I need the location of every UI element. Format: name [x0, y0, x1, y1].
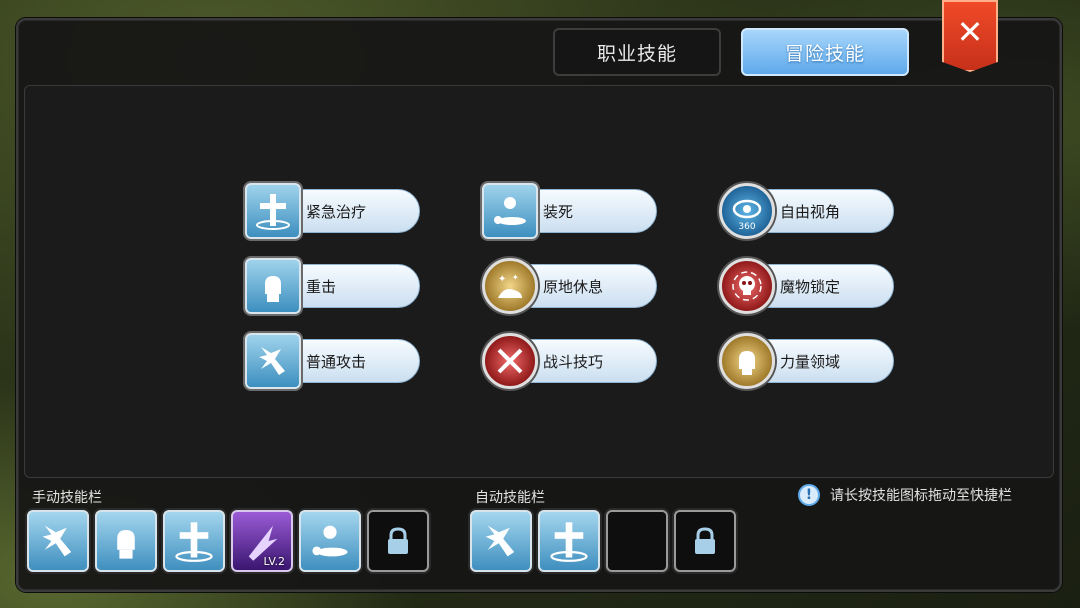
skill-power-field[interactable]: 力量领域 — [719, 333, 894, 389]
skill-label: 普通攻击 — [306, 352, 367, 371]
skill-level-badge: LV.2 — [263, 555, 285, 568]
normal-attack-sword-icon — [36, 519, 80, 563]
normal-attack-sword-icon — [245, 333, 301, 389]
auto-slot-1[interactable] — [470, 510, 532, 572]
manual-slot-5[interactable] — [299, 510, 361, 572]
skill-emergency-heal[interactable]: 紧急治疗 — [245, 183, 420, 239]
skill-free-view[interactable]: 自由视角 360 — [719, 183, 894, 239]
auto-slot-3-empty[interactable] — [606, 510, 668, 572]
free-view-eye-icon: 360 — [719, 183, 775, 239]
skill-label: 装死 — [543, 202, 574, 221]
manual-slot-6-locked[interactable] — [367, 510, 429, 572]
heavy-strike-fist-icon — [245, 258, 301, 314]
svg-text:✦: ✦ — [512, 273, 519, 282]
skill-monster-lock[interactable]: 魔物锁定 — [719, 258, 894, 314]
skill-label: 魔物锁定 — [780, 277, 841, 296]
close-icon: ✕ — [956, 13, 984, 51]
play-dead-icon — [308, 519, 352, 563]
healing-cross-icon — [245, 183, 301, 239]
skill-normal-attack[interactable]: 普通攻击 — [245, 333, 420, 389]
info-icon: ! — [798, 484, 820, 506]
rest-icon: ✦ ✦ — [482, 258, 538, 314]
monster-lock-skull-icon — [719, 258, 775, 314]
manual-slot-4[interactable]: LV.2 — [231, 510, 293, 572]
manual-slot-2[interactable] — [95, 510, 157, 572]
skill-label: 重击 — [306, 277, 337, 296]
tab-adventure-skills[interactable]: 冒险技能 — [741, 28, 909, 76]
skill-label: 力量领域 — [780, 352, 841, 371]
healing-cross-icon — [547, 519, 591, 563]
power-field-fist-icon — [719, 333, 775, 389]
skill-label: 原地休息 — [543, 277, 604, 296]
skill-label: 自由视角 — [780, 202, 841, 221]
tab-class-skills[interactable]: 职业技能 — [553, 28, 721, 76]
normal-attack-sword-icon — [479, 519, 523, 563]
close-button[interactable]: ✕ — [942, 0, 998, 72]
skill-play-dead[interactable]: 装死 — [482, 183, 657, 239]
auto-slot-4-locked[interactable] — [674, 510, 736, 572]
skill-heavy-strike[interactable]: 重击 — [245, 258, 420, 314]
play-dead-icon — [482, 183, 538, 239]
lock-icon — [692, 526, 718, 556]
view-360-badge: 360 — [738, 222, 756, 232]
manual-slot-3[interactable] — [163, 510, 225, 572]
svg-text:✦: ✦ — [498, 274, 506, 285]
auto-skill-bar-label: 自动技能栏 — [475, 490, 545, 506]
auto-slot-2[interactable] — [538, 510, 600, 572]
hint-text: 请长按技能图标拖动至快捷栏 — [830, 488, 1012, 504]
manual-slot-1[interactable] — [27, 510, 89, 572]
skill-rest[interactable]: 原地休息 ✦ ✦ — [482, 258, 657, 314]
skill-label: 战斗技巧 — [543, 352, 604, 371]
skill-label: 紧急治疗 — [306, 202, 367, 221]
skill-combat-technique[interactable]: 战斗技巧 — [482, 333, 657, 389]
heavy-strike-fist-icon — [104, 519, 148, 563]
lock-icon — [385, 526, 411, 556]
combat-skill-swords-icon — [482, 333, 538, 389]
drag-hint: ! 请长按技能图标拖动至快捷栏 — [798, 484, 1012, 506]
healing-cross-icon — [172, 519, 216, 563]
manual-skill-bar-label: 手动技能栏 — [32, 490, 102, 506]
